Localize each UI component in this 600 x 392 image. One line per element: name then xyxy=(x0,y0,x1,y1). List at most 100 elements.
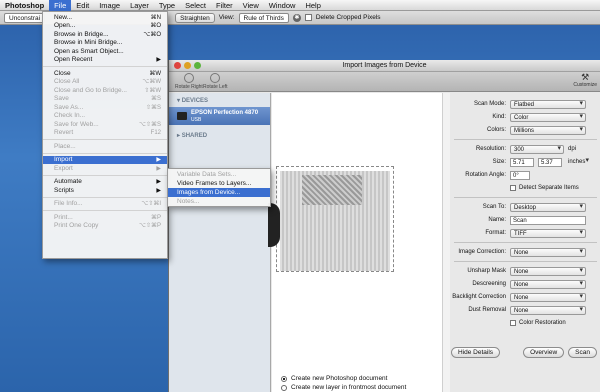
import-submenu-item-images-from-device[interactable]: Images from Device... xyxy=(168,188,270,197)
file-menu-item-browse-in-mini-bridge[interactable]: Browse in Mini Bridge... xyxy=(43,39,167,48)
rotate-right-button[interactable]: Rotate Right xyxy=(175,73,203,90)
detect-separate-checkbox[interactable] xyxy=(510,185,516,191)
file-menu-item-file-info: File Info... ⌥⇧⌘I xyxy=(43,200,167,209)
new-layer-radio[interactable] xyxy=(281,384,287,391)
menu-window[interactable]: Window xyxy=(264,0,301,11)
menu-item-label: Save xyxy=(54,95,69,103)
delete-cropped-label: Delete Cropped Pixels xyxy=(315,14,381,21)
resolution-select[interactable]: 300 xyxy=(510,144,564,154)
size-unit-select[interactable]: inches xyxy=(565,157,591,167)
menu-type[interactable]: Type xyxy=(154,0,180,11)
menu-item-shortcut: ▶ xyxy=(156,57,161,64)
format-label: Format: xyxy=(485,230,506,236)
descreening-select[interactable]: None xyxy=(510,279,586,289)
menu-filter[interactable]: Filter xyxy=(211,0,238,11)
file-menu-item-browse-in-bridge[interactable]: Browse in Bridge... ⌥⌘O xyxy=(43,30,167,39)
window-title: Import Images from Device xyxy=(342,62,427,69)
submenu-item-label: Variable Data Sets... xyxy=(177,171,237,178)
file-menu-item-new[interactable]: New... ⌘N xyxy=(43,13,167,22)
size-height-input[interactable]: 5.37 xyxy=(538,157,562,167)
menu-item-shortcut: ▶ xyxy=(156,187,161,194)
rotation-input[interactable]: 0° xyxy=(510,170,530,180)
name-input[interactable]: Scan xyxy=(510,215,586,225)
color-restoration-checkbox[interactable] xyxy=(510,320,516,326)
menu-item-shortcut: ▶ xyxy=(156,165,161,172)
file-menu-item-close-and-go-to-bridge: Close and Go to Bridge... ⇧⌘W xyxy=(43,86,167,95)
menu-item-shortcut: ⇧⌘W xyxy=(144,87,161,94)
menu-help[interactable]: Help xyxy=(300,0,325,11)
menu-edit[interactable]: Edit xyxy=(71,0,94,11)
preview-handle xyxy=(268,203,280,247)
scan-mode-label: Scan Mode: xyxy=(473,101,506,107)
hide-details-button[interactable]: Hide Details xyxy=(451,347,501,358)
format-select[interactable]: TIFF xyxy=(510,228,586,238)
import-submenu-item-variable-data-sets: Variable Data Sets... xyxy=(168,170,270,179)
customize-button[interactable]: ⚒ Customize xyxy=(573,72,597,89)
straighten-button[interactable]: Straighten xyxy=(175,12,215,23)
menu-item-shortcut: ⌘N xyxy=(150,14,161,21)
menu-item-label: Scripts xyxy=(54,186,74,194)
file-menu-item-open-as-smart-object[interactable]: Open as Smart Object... xyxy=(43,47,167,56)
file-menu-item-open-recent[interactable]: Open Recent ▶ xyxy=(43,56,167,65)
divider xyxy=(454,139,597,140)
menu-item-shortcut: ⌘O xyxy=(150,23,161,30)
new-document-radio[interactable] xyxy=(281,375,287,382)
menu-item-label: Save for Web... xyxy=(54,120,99,128)
scan-button[interactable]: Scan xyxy=(568,347,597,358)
image-correction-select[interactable]: None xyxy=(510,247,586,257)
file-menu-item-scripts[interactable]: Scripts ▶ xyxy=(43,186,167,195)
scan-to-select[interactable]: Desktop xyxy=(510,202,586,212)
menu-separator xyxy=(43,174,167,176)
menu-view[interactable]: View xyxy=(238,0,264,11)
menu-item-shortcut: ▶ xyxy=(156,157,161,164)
new-document-label: Create new Photoshop document xyxy=(291,375,388,382)
import-submenu-item-video-frames-to-layers[interactable]: Video Frames to Layers... xyxy=(168,179,270,188)
customize-label: Customize xyxy=(573,82,597,88)
close-window-icon[interactable] xyxy=(174,62,181,69)
menu-item-shortcut: ⌥⇧⌘I xyxy=(141,201,161,208)
colors-select[interactable]: Millions xyxy=(510,125,586,135)
settings-gear-icon[interactable]: ✱ xyxy=(292,13,301,22)
minimize-window-icon[interactable] xyxy=(184,62,191,69)
menu-layer[interactable]: Layer xyxy=(125,0,154,11)
menu-item-label: Check In... xyxy=(54,112,86,120)
menu-photoshop[interactable]: Photoshop xyxy=(0,0,49,11)
dust-select[interactable]: None xyxy=(510,305,586,315)
resolution-label: Resolution: xyxy=(475,146,506,152)
delete-cropped-checkbox[interactable] xyxy=(304,14,312,21)
file-menu: New... ⌘N Open... ⌘O Browse in Bridge... ⌥⌘O B… xyxy=(42,11,168,259)
file-menu-item-export: Export ▶ xyxy=(43,164,167,173)
constrain-select[interactable]: Unconstrai xyxy=(4,12,46,23)
scan-preview[interactable] xyxy=(268,93,442,392)
tools-icon: ⚒ xyxy=(581,72,590,82)
descreening-label: Descreening xyxy=(472,281,506,287)
menu-item-label: New... xyxy=(54,13,73,21)
unsharp-select[interactable]: None xyxy=(510,266,586,276)
view-select[interactable]: Rule of Thirds xyxy=(238,12,289,23)
file-menu-item-check-in: Check In... xyxy=(43,112,167,121)
overview-button[interactable]: Overview xyxy=(523,347,565,358)
selection-marquee[interactable] xyxy=(276,166,394,272)
zoom-window-icon[interactable] xyxy=(194,62,201,69)
device-item-epson[interactable]: EPSON Perfection 4870 USB xyxy=(169,107,270,125)
kind-select[interactable]: Color xyxy=(510,112,586,122)
menu-select[interactable]: Select xyxy=(180,0,211,11)
menu-item-label: Print One Copy xyxy=(54,222,99,230)
file-menu-item-open[interactable]: Open... ⌘O xyxy=(43,22,167,31)
file-menu-item-close[interactable]: Close ⌘W xyxy=(43,69,167,78)
backlight-select[interactable]: None xyxy=(510,292,586,302)
scan-to-label: Scan To: xyxy=(482,204,506,210)
scan-mode-select[interactable]: Flatbed xyxy=(510,99,586,109)
menu-file[interactable]: File xyxy=(49,0,72,11)
rotate-left-button[interactable]: Rotate Left xyxy=(203,73,227,90)
shared-header: ▸ SHARED xyxy=(177,133,208,139)
file-menu-item-import[interactable]: Import ▶ xyxy=(43,155,167,164)
menu-item-label: Import xyxy=(54,156,73,164)
window-button-bar: Hide Details Overview Scan xyxy=(448,347,600,358)
menu-item-shortcut: ▶ xyxy=(156,179,161,186)
file-menu-item-automate[interactable]: Automate ▶ xyxy=(43,178,167,187)
scanner-icon xyxy=(177,112,187,120)
menu-image[interactable]: Image xyxy=(94,0,125,11)
size-width-input[interactable]: 5.71 xyxy=(510,157,534,167)
import-destination-options: Create new Photoshop document Create new… xyxy=(281,374,406,392)
